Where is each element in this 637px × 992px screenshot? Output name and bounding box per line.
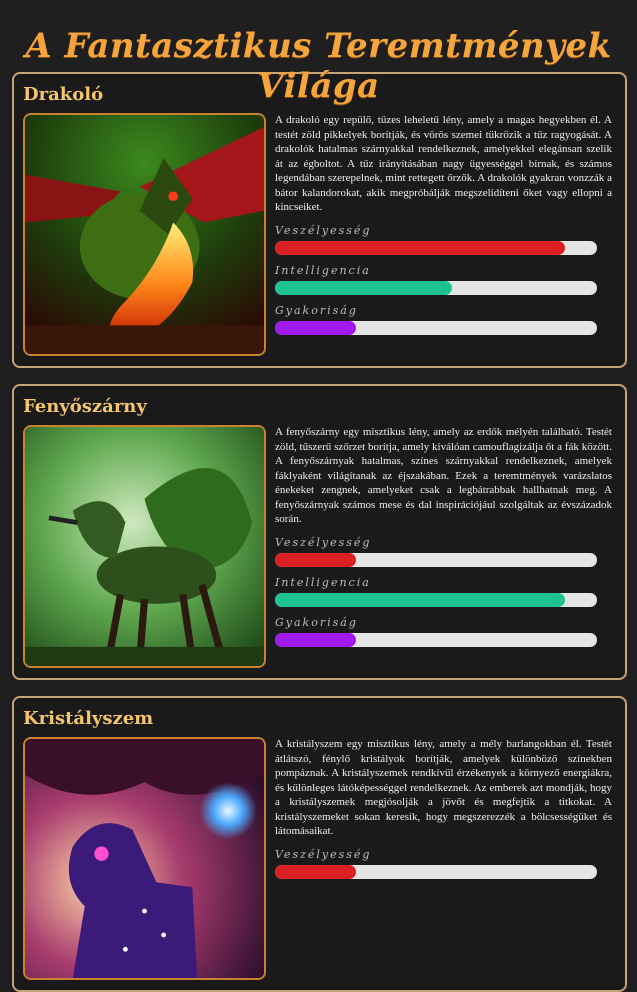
stat-danger: Veszélyesség xyxy=(275,536,612,567)
creature-image xyxy=(23,113,266,356)
creature-image xyxy=(23,737,266,980)
creature-image xyxy=(23,425,266,668)
creature-description: A kristályszem egy misztikus lény, amely… xyxy=(275,738,612,837)
stat-frequency: Gyakoriság xyxy=(275,616,612,647)
stat-bar-fill xyxy=(275,240,565,255)
forest-beast-image xyxy=(25,427,264,666)
creature-card: Drakoló A drakoló egy repülő, tüzes lehe… xyxy=(12,72,627,368)
stat-bar-track xyxy=(275,552,597,567)
creature-list: Drakoló A drakoló egy repülő, tüzes lehe… xyxy=(0,72,637,992)
stat-intelligence: Intelligencia xyxy=(275,576,612,607)
crystal-horse-image xyxy=(25,739,264,978)
stat-danger: Veszélyesség xyxy=(275,848,612,879)
stat-label: Veszélyesség xyxy=(275,535,372,549)
stat-label: Gyakoriság xyxy=(275,303,358,317)
stat-label: Gyakoriság xyxy=(275,615,358,629)
creature-card: Fenyőszárny A fenyőszárny egy misztikus … xyxy=(12,384,627,680)
creature-name: Kristályszem xyxy=(23,708,154,729)
stat-bar-fill xyxy=(275,552,356,567)
stat-frequency: Gyakoriság xyxy=(275,304,612,335)
stat-bar-track xyxy=(275,864,597,879)
stat-bar-fill xyxy=(275,632,356,647)
stat-bar-fill xyxy=(275,592,565,607)
stat-intelligence: Intelligencia xyxy=(275,264,612,295)
stat-bar-track xyxy=(275,632,597,647)
stat-label: Intelligencia xyxy=(275,575,371,589)
creature-description: A drakoló egy repülő, tüzes leheletű lén… xyxy=(275,114,612,213)
stat-bar-track xyxy=(275,280,597,295)
stat-bar-track xyxy=(275,320,597,335)
stat-label: Veszélyesség xyxy=(275,223,372,237)
creature-card: Kristályszem A kristályszem egy misztiku… xyxy=(12,696,627,992)
stat-bar-track xyxy=(275,592,597,607)
stat-bar-fill xyxy=(275,864,356,879)
stat-label: Veszélyesség xyxy=(275,847,372,861)
stat-bar-fill xyxy=(275,280,453,295)
dragon-image xyxy=(25,115,264,354)
stat-danger: Veszélyesség xyxy=(275,224,612,255)
stat-bar-track xyxy=(275,240,597,255)
stat-label: Intelligencia xyxy=(275,263,371,277)
creature-name: Fenyőszárny xyxy=(23,396,147,417)
stat-bar-fill xyxy=(275,320,356,335)
creature-description: A fenyőszárny egy misztikus lény, amely … xyxy=(275,426,612,525)
page-title: A Fantasztikus Teremtmények Világa xyxy=(25,26,612,106)
